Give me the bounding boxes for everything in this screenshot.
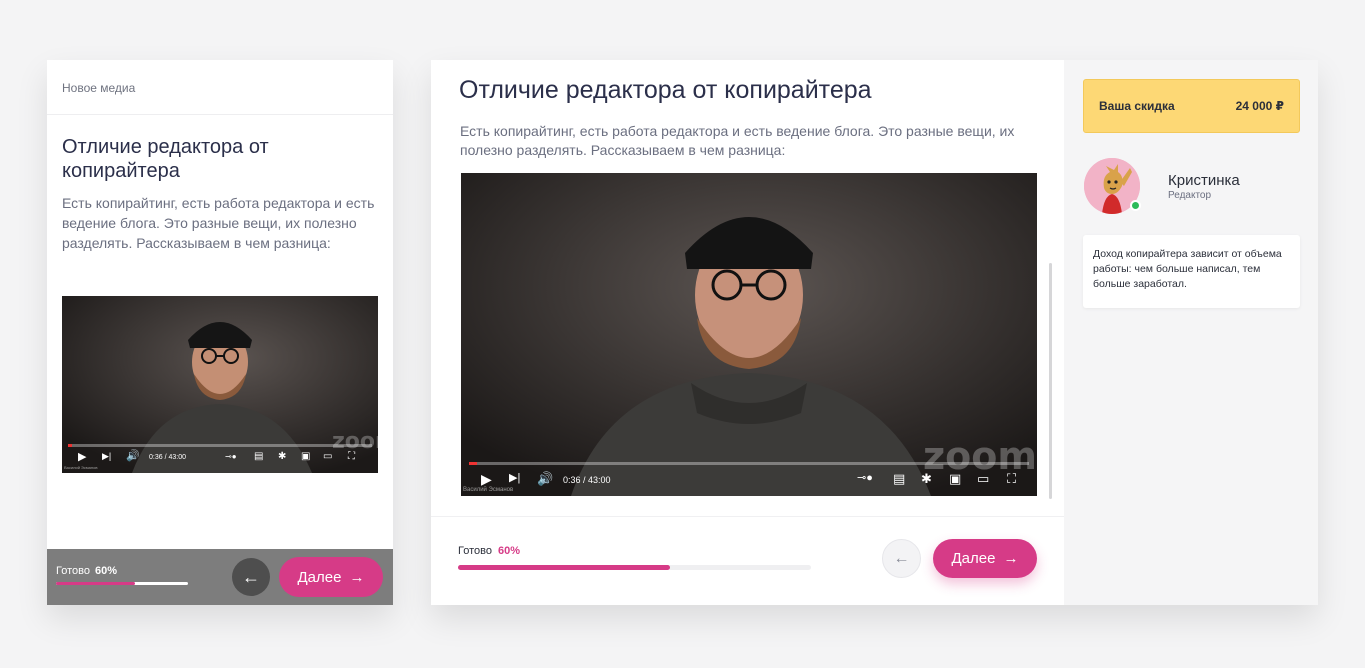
subtitles-icon[interactable]: ▤ xyxy=(254,452,263,462)
progress-label: Готово 60% xyxy=(458,545,520,557)
autoplay-toggle-icon[interactable]: ⊸● xyxy=(225,453,237,461)
volume-icon[interactable]: 🔊 xyxy=(537,472,553,485)
video-player[interactable]: ▶ ▶| 🔊 0:36 / 43:00 ⊸● ▤ ✱ ▣ ▭ ⛶ zoom Ва… xyxy=(461,173,1037,496)
next-button-label: Далее xyxy=(951,550,996,567)
progress-value: 60% xyxy=(94,565,117,577)
progress-label-text: Готово xyxy=(56,565,90,577)
progress-bar xyxy=(458,565,811,570)
skip-next-icon[interactable]: ▶| xyxy=(509,473,520,484)
content-scrollbar[interactable] xyxy=(1049,263,1052,499)
lesson-description: Есть копирайтинг, есть работа редактора … xyxy=(62,195,375,251)
video-time: 0:36 / 43:00 xyxy=(563,475,611,485)
lesson-main: Отличие редактора от копирайтера Есть ко… xyxy=(431,60,1064,605)
mobile-footer: Готово 60% ← Далее → xyxy=(47,549,393,605)
next-button-label: Далее xyxy=(297,568,342,586)
video-seek-bar[interactable] xyxy=(68,444,372,447)
next-button[interactable]: Далее → xyxy=(933,539,1037,578)
subtitles-icon[interactable]: ▤ xyxy=(893,472,905,485)
progress-label-text: Готово xyxy=(458,545,492,557)
skip-next-icon[interactable]: ▶| xyxy=(102,452,111,461)
online-status-indicator xyxy=(1130,200,1141,211)
autoplay-toggle-icon[interactable]: ⊸● xyxy=(857,473,873,484)
lesson-title: Отличие редактора от копирайтера xyxy=(62,136,269,182)
progress-bar-fill xyxy=(56,582,136,585)
discount-label: Ваша скидка xyxy=(1099,99,1175,113)
speaker-caption: Василий Эсманов xyxy=(463,487,514,493)
lesson-title: Отличие редактора от копирайтера xyxy=(459,76,872,104)
progress-bar-fill xyxy=(458,565,670,570)
arrow-right-icon: → xyxy=(1003,550,1019,567)
video-controls: ▶ ▶| 🔊 0:36 / 43:00 ⊸● ▤ ✱ ▣ ▭ ⛶ zoom Ва… xyxy=(62,429,378,473)
progress-value: 60% xyxy=(497,545,520,557)
breadcrumb: Новое медиа xyxy=(47,60,393,115)
author-tip-bubble: Доход копирайтера зависит от объема рабо… xyxy=(1083,235,1300,308)
speaker-caption: Василий Эсманов xyxy=(64,465,98,470)
back-button[interactable]: ← xyxy=(882,539,921,578)
video-time: 0:36 / 43:00 xyxy=(149,454,186,461)
play-icon[interactable]: ▶ xyxy=(78,452,86,463)
discount-banner[interactable]: Ваша скидка 24 000 ₽ xyxy=(1083,79,1300,133)
video-player[interactable]: ▶ ▶| 🔊 0:36 / 43:00 ⊸● ▤ ✱ ▣ ▭ ⛶ zoom Ва… xyxy=(62,296,378,473)
settings-icon[interactable]: ✱ xyxy=(278,452,286,462)
desktop-lesson-card: Отличие редактора от копирайтера Есть ко… xyxy=(431,60,1318,605)
lesson-description: Есть копирайтинг, есть работа редактора … xyxy=(460,123,1015,158)
video-seek-played xyxy=(469,462,477,465)
breadcrumb-label[interactable]: Новое медиа xyxy=(62,81,135,95)
author-role: Редактор xyxy=(1168,190,1212,201)
back-button[interactable]: ← xyxy=(232,558,270,596)
next-button[interactable]: Далее → xyxy=(279,557,383,597)
arrow-right-icon: → xyxy=(349,568,365,586)
arrow-left-icon: ← xyxy=(242,566,260,587)
mobile-lesson-card: Новое медиа Отличие редактора от копирай… xyxy=(47,60,393,605)
discount-value: 24 000 ₽ xyxy=(1235,99,1284,113)
zoom-watermark: zoom xyxy=(923,434,1037,478)
author-name: Кристинка xyxy=(1168,172,1240,189)
video-seek-played xyxy=(68,444,73,447)
progress-bar xyxy=(56,582,188,585)
progress-label: Готово 60% xyxy=(56,565,117,577)
miniplayer-icon[interactable]: ▣ xyxy=(301,452,310,462)
play-icon[interactable]: ▶ xyxy=(481,472,492,486)
zoom-watermark: zoom xyxy=(332,429,378,454)
volume-icon[interactable]: 🔊 xyxy=(126,451,140,462)
footer-divider xyxy=(431,516,1064,517)
arrow-left-icon: ← xyxy=(893,549,910,567)
video-controls: ▶ ▶| 🔊 0:36 / 43:00 ⊸● ▤ ✱ ▣ ▭ ⛶ zoom Ва… xyxy=(461,434,1037,496)
lesson-sidebar: Ваша скидка 24 000 ₽ Кристинка Редактор … xyxy=(1064,60,1318,605)
